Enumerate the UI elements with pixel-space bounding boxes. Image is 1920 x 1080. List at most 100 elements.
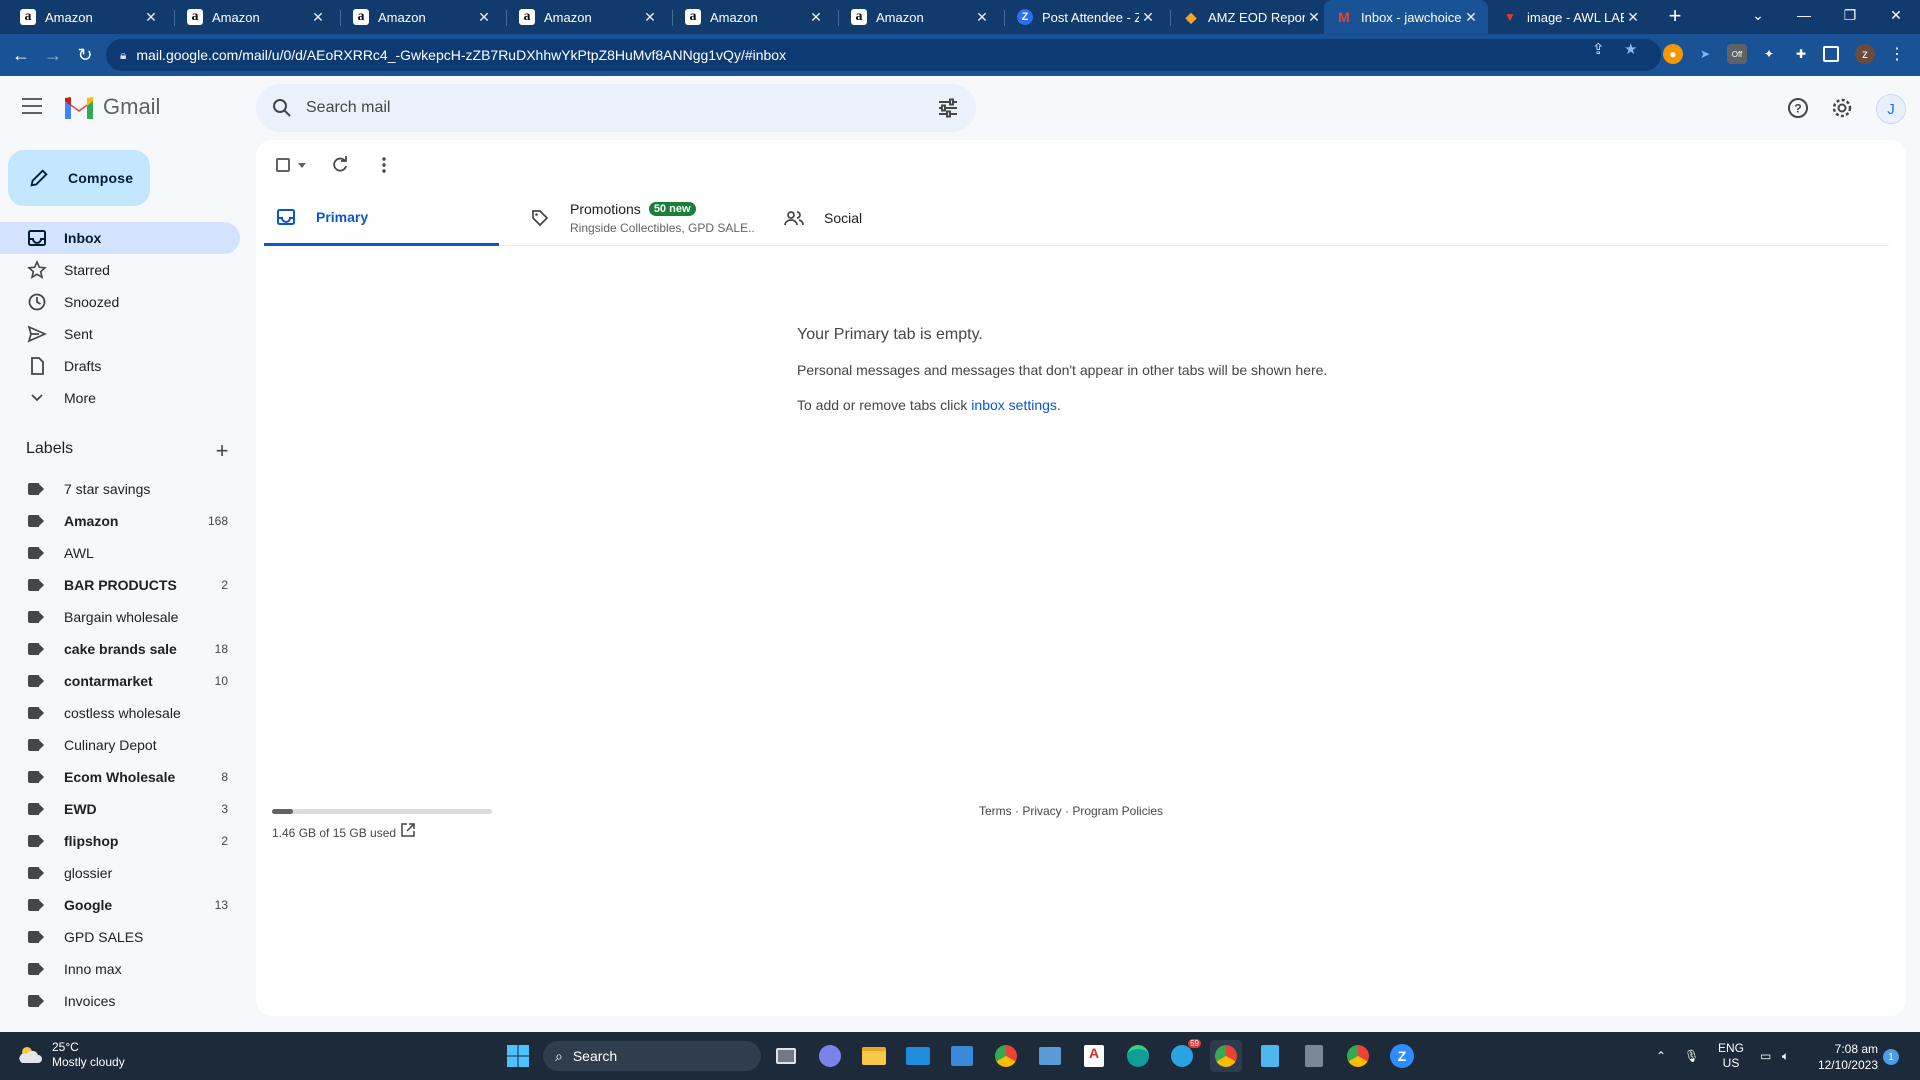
browser-tab-amazon-1[interactable]: a Amazon ✕ <box>8 0 168 34</box>
network-icon[interactable]: ▭ <box>1760 1032 1771 1080</box>
search-bar[interactable]: Search mail <box>256 84 976 132</box>
show-hidden-icons[interactable]: ⌃ <box>1656 1032 1666 1080</box>
close-icon[interactable]: ✕ <box>973 9 991 26</box>
close-window-button[interactable]: ✕ <box>1873 0 1919 30</box>
close-icon[interactable]: ✕ <box>142 9 160 26</box>
sidebar-item-sent[interactable]: Sent <box>0 318 240 350</box>
restore-button[interactable]: ❐ <box>1827 0 1873 30</box>
teams-chat-icon[interactable] <box>814 1040 846 1072</box>
extension-puzzle-piece-icon[interactable]: ✦ <box>1759 44 1779 64</box>
label-item[interactable]: Culinary Depot <box>0 729 240 761</box>
close-icon[interactable]: ✕ <box>1462 9 1480 26</box>
close-icon[interactable]: ✕ <box>1305 9 1323 26</box>
mail-app-icon[interactable] <box>902 1040 934 1072</box>
weather-widget[interactable]: 25°C Mostly cloudy <box>16 1040 125 1070</box>
input-language[interactable]: ENG US <box>1718 1032 1744 1080</box>
sidebar-item-more[interactable]: More <box>0 382 240 414</box>
footer-links[interactable]: Terms · Privacy · Program Policies <box>979 804 1163 818</box>
remote-desktop-icon[interactable] <box>1034 1040 1066 1072</box>
browser-tab-amazon-5[interactable]: a Amazon ✕ <box>673 0 833 34</box>
account-avatar[interactable]: J <box>1876 94 1906 124</box>
profile-avatar[interactable]: z <box>1855 44 1875 64</box>
windows-start-icon[interactable] <box>502 1040 534 1072</box>
notepad-icon[interactable] <box>1254 1040 1286 1072</box>
tab-search-button[interactable]: ⌄ <box>1735 0 1781 30</box>
minimize-button[interactable]: — <box>1781 0 1827 30</box>
tab-social[interactable]: Social <box>772 190 862 246</box>
close-icon[interactable]: ✕ <box>641 9 659 26</box>
browser-tab-image[interactable]: ▼ image - AWL LABEL ✕ <box>1490 0 1650 34</box>
close-icon[interactable]: ✕ <box>807 9 825 26</box>
acrobat-icon[interactable]: A <box>1078 1040 1110 1072</box>
file-explorer-icon[interactable] <box>858 1040 890 1072</box>
share-icon[interactable]: ⇪ <box>1592 40 1605 58</box>
settings-gear-icon[interactable] <box>1830 96 1854 120</box>
edge-icon[interactable] <box>1122 1040 1154 1072</box>
compose-button[interactable]: Compose <box>8 150 150 206</box>
label-item[interactable]: flipshop 2 <box>0 825 240 857</box>
chrome-profile-icon[interactable] <box>1210 1040 1242 1072</box>
browser-tab-gmail-inbox[interactable]: M Inbox - jawchoices ✕ <box>1324 0 1488 34</box>
label-item[interactable]: contarmarket 10 <box>0 665 240 697</box>
browser-tab-amazon-2[interactable]: a Amazon ✕ <box>175 0 335 34</box>
taskbar-search[interactable]: ⌕ Search <box>543 1041 761 1071</box>
tab-primary[interactable]: Primary <box>264 190 499 246</box>
label-item[interactable]: Amazon 168 <box>0 505 240 537</box>
label-item[interactable]: AWL <box>0 537 240 569</box>
label-item[interactable]: Bargain wholesale <box>0 601 240 633</box>
label-item[interactable]: EWD 3 <box>0 793 240 825</box>
refresh-icon[interactable] <box>330 155 350 175</box>
chrome-icon[interactable] <box>990 1040 1022 1072</box>
search-options-icon[interactable] <box>936 96 960 120</box>
label-item[interactable]: GPD SALES <box>0 921 240 953</box>
bookmark-star-icon[interactable]: ★ <box>1624 40 1637 58</box>
sidebar-item-snoozed[interactable]: Snoozed <box>0 286 240 318</box>
zoom-icon[interactable]: Z <box>1386 1040 1418 1072</box>
reload-button[interactable]: ↻ <box>72 42 98 68</box>
telegram-icon[interactable]: 59 <box>1166 1039 1201 1072</box>
back-button[interactable]: ← <box>8 42 34 68</box>
microsoft-store-icon[interactable] <box>946 1040 978 1072</box>
calculator-icon[interactable] <box>1298 1040 1330 1072</box>
close-icon[interactable]: ✕ <box>1139 9 1157 26</box>
label-item[interactable]: Invoices <box>0 985 240 1017</box>
label-item[interactable]: cake brands sale 18 <box>0 633 240 665</box>
add-label-button[interactable]: + <box>212 438 232 464</box>
close-icon[interactable]: ✕ <box>475 9 493 26</box>
gmail-logo[interactable]: Gmail <box>63 94 160 120</box>
select-all-checkbox[interactable] <box>276 158 290 172</box>
search-input[interactable]: Search mail <box>306 99 936 117</box>
label-item[interactable]: costless wholesale <box>0 697 240 729</box>
search-icon[interactable] <box>270 96 294 120</box>
browser-tab-eod-report[interactable]: ◆ AMZ EOD Report ✕ <box>1171 0 1331 34</box>
sidebar-item-starred[interactable]: Starred <box>0 254 240 286</box>
help-icon[interactable]: ? <box>1786 96 1810 120</box>
side-panel-icon[interactable] <box>1823 46 1839 62</box>
chrome-second-profile-icon[interactable] <box>1342 1040 1374 1072</box>
volume-icon[interactable]: 🔈︎ <box>1782 1032 1789 1080</box>
label-item[interactable]: BAR PRODUCTS 2 <box>0 569 240 601</box>
extension-chrome-icon[interactable]: ● <box>1663 44 1683 64</box>
browser-menu-icon[interactable]: ⋮ <box>1887 44 1907 64</box>
microphone-icon[interactable]: 🎙︎ <box>1684 1032 1699 1080</box>
open-in-new-icon[interactable] <box>400 822 416 838</box>
select-dropdown-icon[interactable] <box>298 163 306 168</box>
sidebar-item-inbox[interactable]: Inbox <box>0 222 240 254</box>
browser-tab-amazon-6[interactable]: a Amazon ✕ <box>839 0 999 34</box>
label-item[interactable]: 7 star savings <box>0 473 240 505</box>
browser-tab-amazon-3[interactable]: a Amazon ✕ <box>341 0 501 34</box>
label-item[interactable]: Ecom Wholesale 8 <box>0 761 240 793</box>
address-bar[interactable]: 🔒︎ mail.google.com/mail/u/0/d/AEoRXRRc4_… <box>106 39 1661 71</box>
forward-button[interactable]: → <box>40 42 66 68</box>
inbox-settings-link[interactable]: inbox settings <box>971 397 1057 413</box>
new-tab-button[interactable]: + <box>1663 5 1687 29</box>
sidebar-item-drafts[interactable]: Drafts <box>0 350 240 382</box>
task-view-icon[interactable] <box>770 1040 802 1072</box>
more-vert-icon[interactable] <box>374 155 394 175</box>
extensions-icon[interactable]: ✚ <box>1791 44 1811 64</box>
extension-off-icon[interactable]: Off <box>1727 44 1747 64</box>
label-item[interactable]: Inno max <box>0 953 240 985</box>
notification-badge[interactable]: 1 <box>1883 1049 1899 1065</box>
system-clock[interactable]: 7:08 am 12/10/2023 <box>1808 1041 1878 1073</box>
close-icon[interactable]: ✕ <box>1624 9 1642 26</box>
